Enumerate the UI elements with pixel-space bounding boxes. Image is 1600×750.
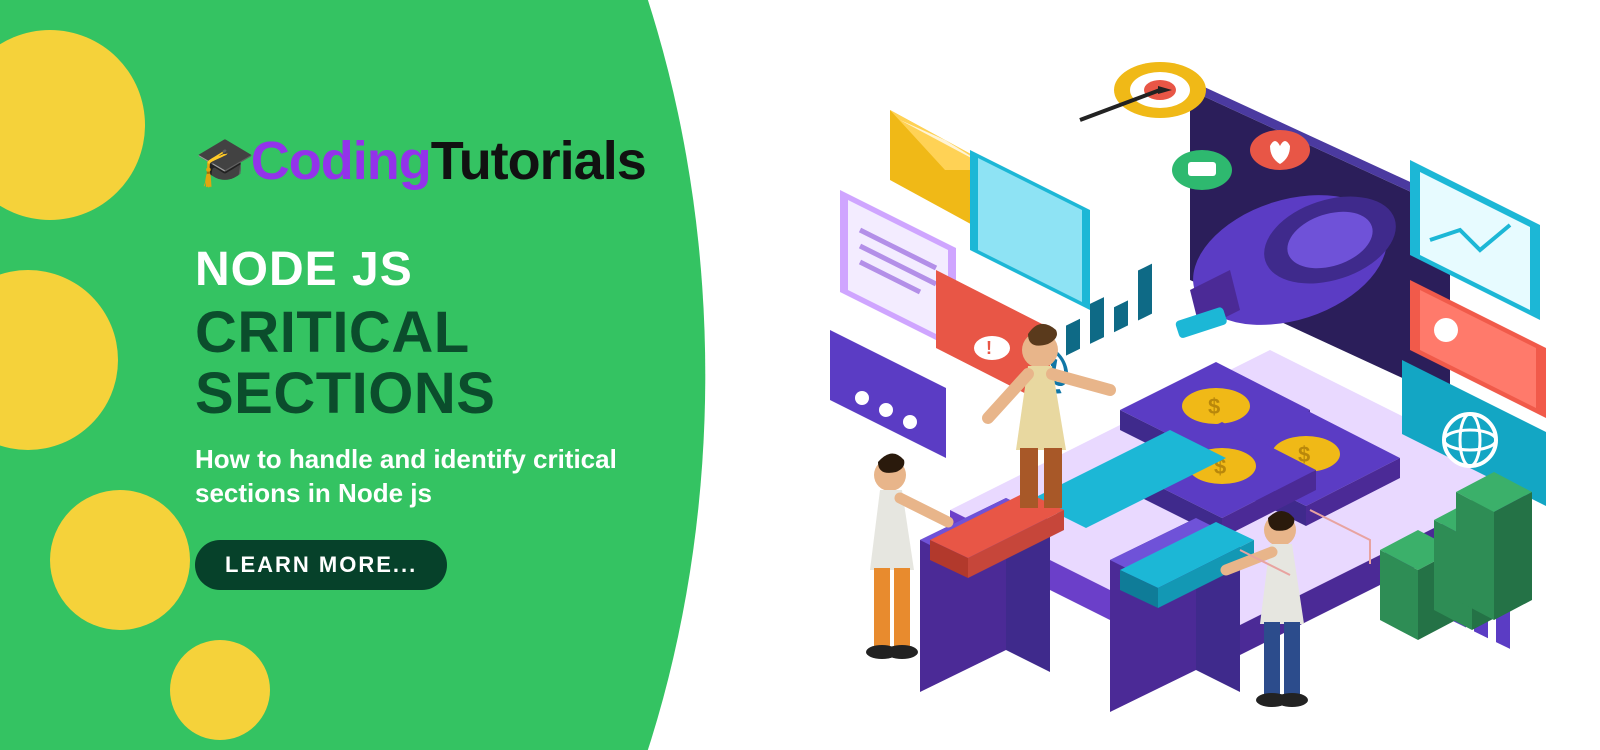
isometric-marketing-illustration: @ ! $ $ $ [770, 30, 1550, 730]
brand-logo: 🎓 Coding Tutorials [195, 130, 715, 192]
decorative-circle-4 [170, 640, 270, 740]
topic-label: NODE JS [195, 242, 715, 297]
learn-more-button[interactable]: LEARN MORE... [195, 540, 447, 590]
decorative-circle-3 [50, 490, 190, 630]
target-icon [1080, 62, 1206, 120]
headline-line-2: SECTIONS [195, 364, 715, 425]
logo-text-coding: Coding [251, 130, 431, 192]
svg-text:!: ! [986, 338, 992, 358]
chat-dots-card-icon [830, 330, 946, 458]
subtitle: How to handle and identify critical sect… [195, 443, 655, 511]
svg-text:$: $ [1208, 394, 1220, 419]
headline-line-1: CRITICAL [195, 303, 715, 364]
graduation-cap-icon: 🎓 [195, 133, 255, 190]
hero-illustration: @ ! $ $ $ [770, 30, 1550, 730]
like-bubble-icon [1250, 130, 1310, 170]
headline: CRITICAL SECTIONS [195, 303, 715, 425]
hero-content: 🎓 Coding Tutorials NODE JS CRITICAL SECT… [195, 130, 715, 590]
chat-bubble-icon [1172, 150, 1232, 190]
logo-text-tutorials: Tutorials [431, 130, 646, 192]
